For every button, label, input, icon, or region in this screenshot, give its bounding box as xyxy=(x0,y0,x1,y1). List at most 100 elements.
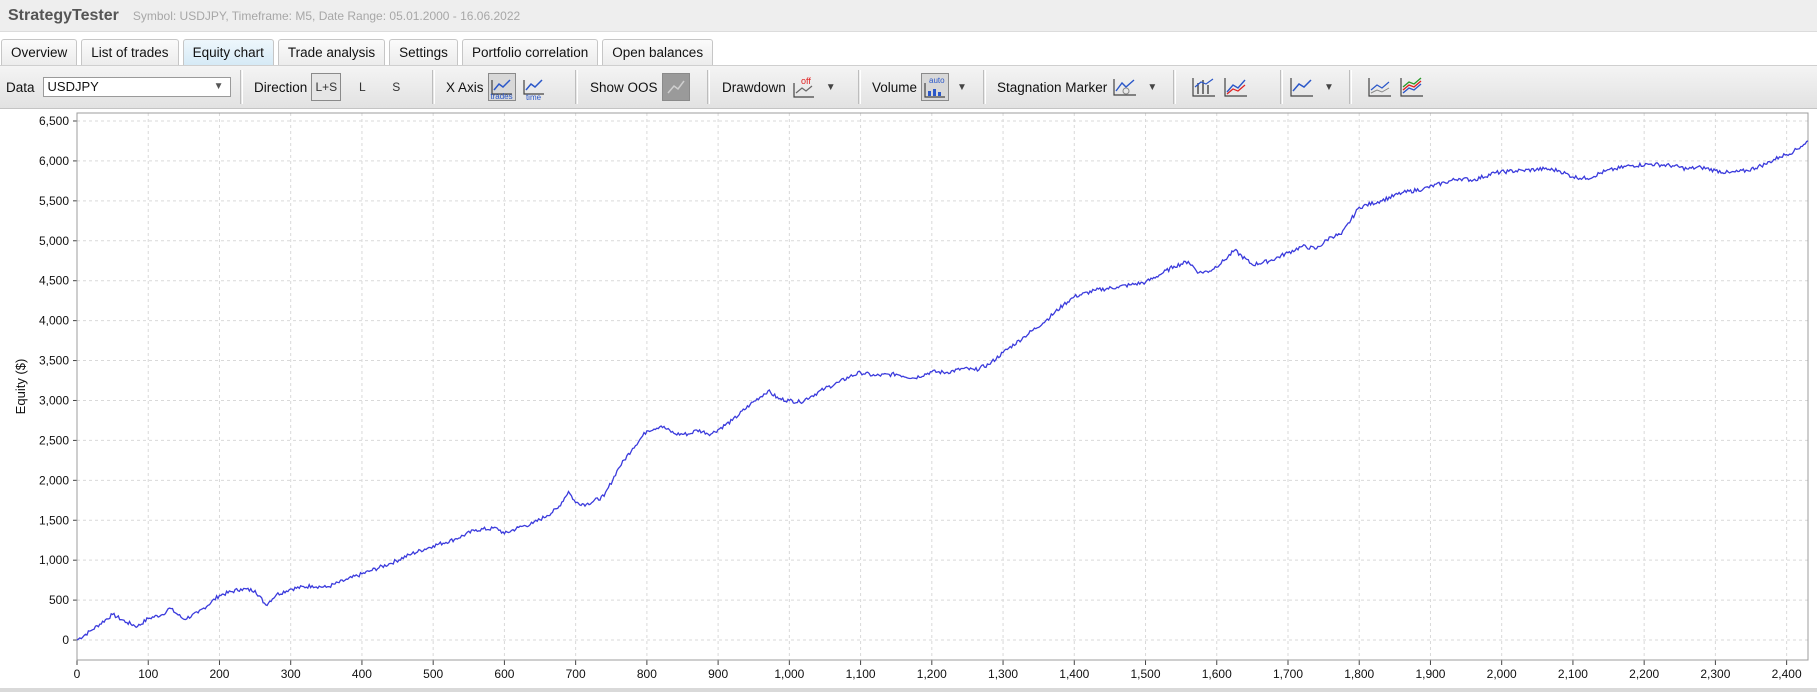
toolbar-separator xyxy=(240,70,243,104)
stagnation-marker-icon xyxy=(1113,79,1137,96)
x-tick-label: 1,300 xyxy=(988,667,1018,681)
stagnation-marker-label: Stagnation Marker xyxy=(997,79,1108,95)
chart-grid xyxy=(76,113,1808,660)
toolbar-separator xyxy=(707,70,710,104)
tab-bar: Overview List of trades Equity chart Tra… xyxy=(0,37,1817,65)
drawdown-button[interactable]: off xyxy=(790,73,818,101)
x-axis-group: X Axis trades time xyxy=(446,66,548,108)
y-tick-label: 4,500 xyxy=(39,274,69,288)
x-tick-label: 1,000 xyxy=(774,667,804,681)
bar-chart-button[interactable] xyxy=(1190,73,1218,101)
volume-button[interactable]: auto xyxy=(921,73,950,101)
time-icon-text: time xyxy=(525,93,542,102)
y-tick-label: 1,000 xyxy=(39,553,69,567)
title-bar: StrategyTester Symbol: USDJPY, Timeframe… xyxy=(0,0,1817,32)
x-tick-label: 600 xyxy=(494,667,514,681)
y-tick-label: 6,000 xyxy=(39,154,69,168)
y-axis-ticks: 0 500 1,000 1,500 2,000 2,500 3,000 3,500 4,000 4… xyxy=(39,114,69,647)
tab-equity-chart[interactable]: Equity chart xyxy=(182,39,274,65)
equity-line-button[interactable] xyxy=(1222,73,1250,101)
direction-long-button[interactable]: L xyxy=(349,76,375,98)
stagnation-marker-button[interactable] xyxy=(1111,73,1139,101)
toolbar-separator xyxy=(983,70,986,104)
data-select-value: USDJPY xyxy=(47,79,99,94)
x-tick-label: 400 xyxy=(352,667,372,681)
y-tick-label: 3,500 xyxy=(39,354,69,368)
tab-portfolio-correlation[interactable]: Portfolio correlation xyxy=(461,39,599,65)
stagnation-dropdown-arrow-icon[interactable]: ▼ xyxy=(1147,82,1157,93)
tab-open-balances[interactable]: Open balances xyxy=(602,39,714,65)
show-oos-button[interactable] xyxy=(661,73,690,101)
tab-list-of-trades[interactable]: List of trades xyxy=(81,39,179,65)
equity-chart: 0 500 1,000 1,500 2,000 2,500 3,000 3,500 4,000 4… xyxy=(0,110,1817,690)
x-tick-label: 1,100 xyxy=(846,667,876,681)
y-tick-label: 1,500 xyxy=(39,513,69,527)
toolbar-separator xyxy=(432,70,435,104)
drawdown-off-icon: off xyxy=(793,76,814,98)
equity-chart-svg: 0 500 1,000 1,500 2,000 2,500 3,000 3,500 4,000 4… xyxy=(13,112,1809,681)
toolbar-separator xyxy=(1173,70,1176,104)
plot-border xyxy=(76,112,1809,661)
toolbar-separator xyxy=(858,70,861,104)
y-tick-label: 3,000 xyxy=(39,393,69,407)
x-tick-label: 0 xyxy=(74,667,81,681)
trades-icon-text: trades xyxy=(490,92,513,101)
drawdown-dropdown-arrow-icon[interactable]: ▼ xyxy=(826,82,836,93)
x-tick-label: 1,600 xyxy=(1202,667,1232,681)
y-tick-label: 5,000 xyxy=(39,234,69,248)
y-tick-label: 0 xyxy=(62,633,69,647)
scatter-chart-icon xyxy=(1368,78,1391,97)
y-tick-label: 2,500 xyxy=(39,433,69,447)
svg-text:auto: auto xyxy=(929,76,945,85)
extra-chart-group xyxy=(1362,66,1426,108)
line-chart-icon xyxy=(1290,78,1313,97)
multi-line-chart-button[interactable] xyxy=(1398,73,1426,101)
tab-overview[interactable]: Overview xyxy=(1,39,78,65)
x-tick-label: 500 xyxy=(423,667,443,681)
y-axis-title: Equity ($) xyxy=(13,359,28,415)
x-tick-label: 800 xyxy=(637,667,657,681)
direction-group: Direction L+S L S xyxy=(254,66,409,108)
equity-line xyxy=(76,140,1809,641)
direction-long-short-button[interactable]: L+S xyxy=(311,73,342,101)
x-axis-trades-button[interactable]: trades xyxy=(487,73,516,101)
volume-group: Volume auto ▼ xyxy=(872,66,967,108)
svg-text:off: off xyxy=(801,76,811,86)
x-tick-label: 1,700 xyxy=(1273,667,1303,681)
tab-trade-analysis[interactable]: Trade analysis xyxy=(277,39,386,65)
volume-dropdown-arrow-icon[interactable]: ▼ xyxy=(957,82,967,93)
x-axis-ticks: 0 100 200 300 400 500 600 700 800 900 1,000 1,100 1,… xyxy=(74,667,1802,681)
x-tick-label: 1,200 xyxy=(917,667,947,681)
direction-label: Direction xyxy=(254,79,308,95)
show-oos-label: Show OOS xyxy=(590,79,658,95)
y-tick-label: 4,000 xyxy=(39,314,69,328)
app-title: StrategyTester xyxy=(8,6,119,24)
drawdown-group: Drawdown off ▼ xyxy=(722,66,836,108)
scatter-chart-button[interactable] xyxy=(1366,73,1394,101)
volume-auto-icon: auto xyxy=(924,76,945,98)
multi-line-chart-icon xyxy=(1400,77,1423,97)
x-axis-time-button[interactable]: time xyxy=(520,73,548,102)
x-tick-label: 300 xyxy=(281,667,301,681)
tab-settings[interactable]: Settings xyxy=(389,39,458,65)
chart-type-group xyxy=(1186,66,1250,108)
line-chart-button[interactable] xyxy=(1288,73,1316,101)
direction-short-button[interactable]: S xyxy=(383,76,409,98)
drawdown-label: Drawdown xyxy=(722,79,786,95)
line-type-group: ▼ xyxy=(1284,66,1334,108)
x-tick-label: 1,400 xyxy=(1059,667,1089,681)
show-oos-group: Show OOS xyxy=(590,66,690,108)
bar-chart-icon xyxy=(1192,78,1215,97)
data-select[interactable]: USDJPY ▼ xyxy=(42,77,231,97)
x-tick-label: 900 xyxy=(708,667,728,681)
equity-line-icon xyxy=(1224,78,1247,97)
y-tick-label: 2,000 xyxy=(39,473,69,487)
x-tick-label: 2,300 xyxy=(1700,667,1730,681)
x-tick-label: 1,900 xyxy=(1415,667,1445,681)
x-tick-label: 100 xyxy=(138,667,158,681)
x-tick-label: 2,200 xyxy=(1629,667,1659,681)
y-tick-label: 5,500 xyxy=(39,194,69,208)
line-chart-dropdown-arrow-icon[interactable]: ▼ xyxy=(1324,82,1334,93)
x-tick-label: 2,400 xyxy=(1772,667,1802,681)
x-tick-label: 2,100 xyxy=(1558,667,1588,681)
